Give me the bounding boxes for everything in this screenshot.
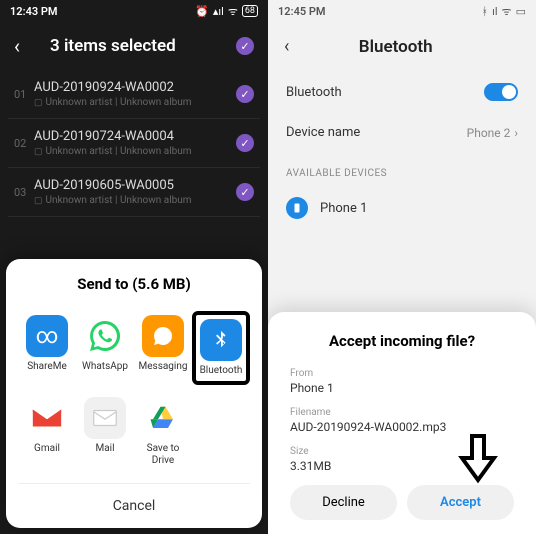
track-number: 02	[14, 137, 34, 150]
status-time: 12:45 PM	[278, 5, 326, 18]
incoming-file-sheet: Accept incoming file? From Phone 1 Filen…	[268, 312, 536, 534]
track-list: 01 AUD-20190924-WA0002 Unknown artist | …	[0, 70, 268, 217]
share-item-whatsapp[interactable]: WhatsApp	[76, 311, 134, 385]
check-icon[interactable]: ✓	[236, 183, 254, 201]
device-name-text: Phone 2	[467, 126, 511, 140]
size-value: 3.31MB	[290, 459, 514, 473]
track-info: AUD-20190924-WA0002 Unknown artist | Unk…	[34, 80, 236, 108]
track-title: AUD-20190605-WA0005	[34, 178, 236, 193]
share-label: Messaging	[139, 361, 188, 373]
share-sheet: Send to (5.6 MB) ∞ ShareMe WhatsApp Mess…	[6, 259, 262, 528]
from-value: Phone 1	[290, 381, 514, 395]
back-icon[interactable]: ‹	[14, 34, 20, 58]
header-title: 3 items selected	[50, 36, 236, 56]
filename-value: AUD-20190924-WA0002.mp3	[290, 420, 514, 434]
share-grid: ∞ ShareMe WhatsApp Messaging Bluetooth	[18, 311, 250, 471]
track-subtitle: Unknown artist | Unknown album	[34, 97, 236, 108]
bluetooth-label: Bluetooth	[286, 85, 342, 100]
action-row: Decline Accept	[290, 485, 514, 520]
gmail-icon	[26, 397, 68, 439]
device-name: Phone 1	[320, 201, 367, 216]
bluetooth-toggle[interactable]	[484, 83, 518, 101]
share-label: WhatsApp	[82, 361, 128, 373]
whatsapp-icon	[84, 315, 126, 357]
status-time: 12:43 PM	[10, 5, 58, 18]
share-label: Save to Drive	[136, 443, 190, 467]
mail-icon	[84, 397, 126, 439]
track-row[interactable]: 01 AUD-20190924-WA0002 Unknown artist | …	[8, 70, 260, 119]
size-label: Size	[290, 446, 514, 457]
track-number: 01	[14, 88, 34, 101]
share-item-mail[interactable]: Mail	[76, 393, 134, 471]
signal-icon: ıl	[492, 5, 497, 18]
chevron-right-icon: ›	[514, 126, 518, 140]
track-number: 03	[14, 186, 34, 199]
phone-left: 12:43 PM ⏰ ▴ıl ᯤ 68 ‹ 3 items selected ✓…	[0, 0, 268, 534]
alarm-icon: ⏰	[195, 5, 209, 18]
battery-icon: 68	[242, 5, 258, 17]
battery-icon: ▭	[516, 5, 526, 18]
share-label: ShareMe	[27, 361, 67, 373]
share-label: Mail	[95, 443, 114, 455]
bluetooth-status-icon: ᚼ	[482, 5, 489, 18]
track-info: AUD-20190724-WA0004 Unknown artist | Unk…	[34, 129, 236, 157]
status-bar: 12:43 PM ⏰ ▴ıl ᯤ 68	[0, 0, 268, 22]
share-item-shareme[interactable]: ∞ ShareMe	[18, 311, 76, 385]
share-label: Bluetooth	[200, 365, 243, 377]
from-label: From	[290, 368, 514, 379]
bluetooth-header: ‹ Bluetooth	[268, 22, 536, 71]
accept-button[interactable]: Accept	[407, 485, 514, 520]
bluetooth-toggle-row[interactable]: Bluetooth	[268, 71, 536, 113]
incoming-title: Accept incoming file?	[290, 332, 514, 350]
shareme-icon: ∞	[26, 315, 68, 357]
check-icon[interactable]: ✓	[236, 134, 254, 152]
bluetooth-icon	[200, 319, 242, 361]
share-title: Send to (5.6 MB)	[18, 275, 250, 293]
track-title: AUD-20190924-WA0002	[34, 80, 236, 95]
track-title: AUD-20190724-WA0004	[34, 129, 236, 144]
device-name-label: Device name	[286, 125, 360, 140]
share-item-drive[interactable]: Save to Drive	[134, 393, 192, 471]
status-bar: 12:45 PM ᚼ ıl ᯤ ▭	[268, 0, 536, 22]
select-all-check-icon[interactable]: ✓	[236, 37, 254, 55]
filename-label: Filename	[290, 407, 514, 418]
phone-right: 12:45 PM ᚼ ıl ᯤ ▭ ‹ Bluetooth Bluetooth …	[268, 0, 536, 534]
wifi-icon: ᯤ	[228, 4, 238, 19]
device-name-value: Phone 2 ›	[467, 126, 518, 140]
drive-icon	[142, 397, 184, 439]
available-devices-label: AVAILABLE DEVICES	[268, 152, 536, 187]
share-item-bluetooth[interactable]: Bluetooth	[192, 311, 250, 385]
track-subtitle: Unknown artist | Unknown album	[34, 146, 236, 157]
track-subtitle: Unknown artist | Unknown album	[34, 195, 236, 206]
share-label: Gmail	[34, 443, 60, 455]
signal-icon: ▴ıl	[213, 5, 224, 18]
track-row[interactable]: 02 AUD-20190724-WA0004 Unknown artist | …	[8, 119, 260, 168]
status-icons: ᚼ ıl ᯤ ▭	[482, 4, 526, 19]
share-item-gmail[interactable]: Gmail	[18, 393, 76, 471]
decline-button[interactable]: Decline	[290, 485, 397, 520]
messaging-icon	[142, 315, 184, 357]
status-icons: ⏰ ▴ıl ᯤ 68	[195, 4, 258, 19]
track-row[interactable]: 03 AUD-20190605-WA0005 Unknown artist | …	[8, 168, 260, 217]
track-info: AUD-20190605-WA0005 Unknown artist | Unk…	[34, 178, 236, 206]
device-row[interactable]: Phone 1	[268, 187, 536, 229]
share-item-messaging[interactable]: Messaging	[134, 311, 192, 385]
phone-device-icon	[286, 197, 308, 219]
cancel-button[interactable]: Cancel	[18, 483, 250, 528]
wifi-icon: ᯤ	[502, 4, 512, 19]
header-title: Bluetooth	[271, 37, 520, 57]
selection-header: ‹ 3 items selected ✓	[0, 22, 268, 70]
device-name-row[interactable]: Device name Phone 2 ›	[268, 113, 536, 152]
check-icon[interactable]: ✓	[236, 85, 254, 103]
